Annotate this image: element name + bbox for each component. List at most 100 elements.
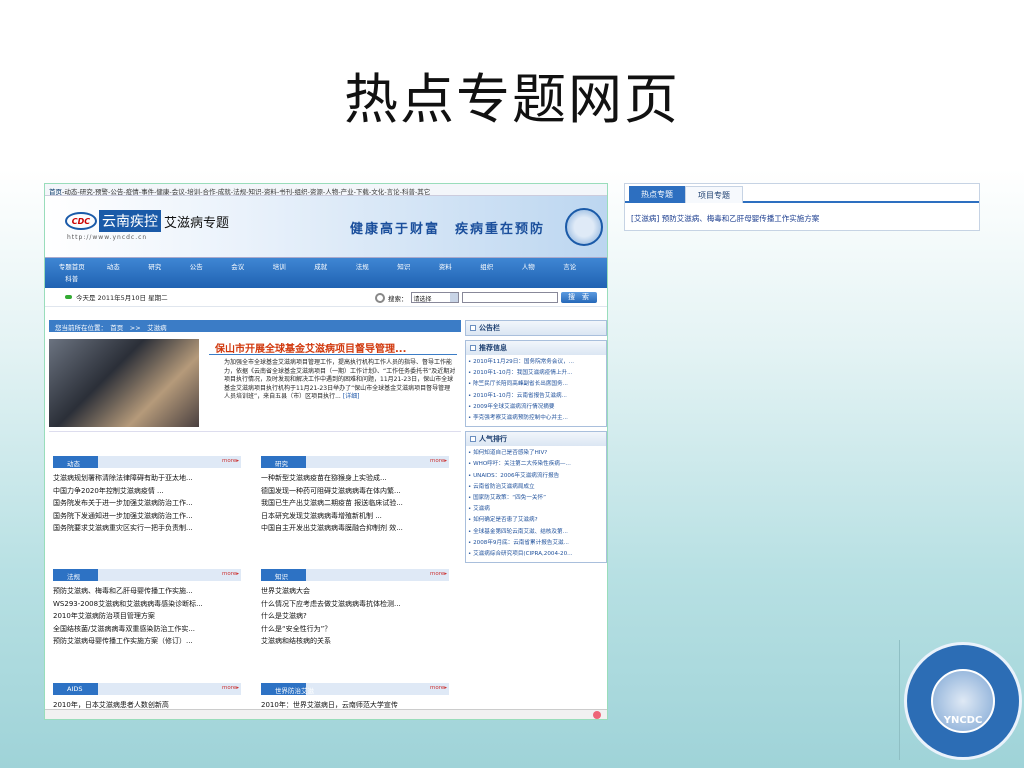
news-item[interactable]: 德国发现一种药可阻碍艾滋病病毒在体内繁... — [261, 485, 449, 498]
nav-item[interactable]: 资料 — [425, 261, 467, 273]
panel-expand-icon — [470, 345, 476, 351]
featured-title[interactable]: 保山市开展全球基金艾滋病项目督导管理... — [215, 340, 406, 355]
news-item[interactable]: 国务院发布关于进一步加强艾滋病防治工作... — [53, 497, 241, 510]
nav-item[interactable]: 法规 — [342, 261, 384, 273]
nav-item[interactable]: 科普 — [51, 273, 93, 285]
more-link[interactable]: more▸ — [430, 458, 447, 464]
sidebar-panel-header: 公告栏 — [466, 321, 606, 335]
news-item[interactable]: 艾滋病和结核病的关系 — [261, 635, 449, 648]
nav-item[interactable]: 成就 — [300, 261, 342, 273]
news-box-title[interactable]: 法规 — [67, 571, 80, 581]
search-label: 搜索： — [388, 294, 408, 303]
sidebar-panel-header: 推荐信息 — [466, 341, 606, 355]
date-bar: 今天是 2011年5月10日 星期二 搜索： 请选择 搜 索 — [45, 288, 607, 307]
news-box-header: 知识 more▸ — [261, 569, 449, 581]
news-box: 世界防治艾滋 more▸ 2010年：世界艾滋病日，云南师范大学宣传 — [261, 683, 449, 712]
yncdc-badge-icon — [565, 208, 603, 246]
news-item[interactable]: 中国力争2020年控制艾滋病疫情 ... — [53, 485, 241, 498]
sidebar-link[interactable]: 艾滋病综合研究项目(CIPRA,2004-20... — [468, 549, 604, 560]
home-link[interactable]: 首页 — [49, 188, 62, 195]
news-item[interactable]: 什么情况下应考虑去做艾滋病病毒抗体检测... — [261, 598, 449, 611]
news-box: 知识 more▸ 世界艾滋病大会 什么情况下应考虑去做艾滋病病毒抗体检测... 什么是艾… — [261, 569, 449, 648]
sidebar-link[interactable]: 2010年1-10月：我国艾滋病疫情上升... — [468, 368, 604, 379]
more-link[interactable]: more▸ — [222, 571, 239, 577]
main-column: 您当前所在位置： 首页 >> 艾滋病 保山市开展全球基金艾滋病项目督导管理...… — [49, 320, 461, 432]
news-item[interactable]: 日本研究发现艾滋病病毒增殖新机制 ... — [261, 510, 449, 523]
slide-title: 热点专题网页 — [344, 68, 680, 131]
news-item[interactable]: WS293-2008艾滋病和艾滋病病毒感染诊断标... — [53, 598, 241, 611]
current-date: 今天是 2011年5月10日 星期二 — [76, 294, 168, 302]
browser-status-bar — [45, 709, 607, 719]
nav-item[interactable]: 专题首页 — [51, 261, 93, 273]
topic-link[interactable]: [艾滋病] 预防艾滋病、梅毒和乙肝母婴传播工作实施方案 — [625, 203, 979, 224]
main-navigation: 专题首页 动态 研究 公告 会议 培训 成就 法规 知识 资料 组织 人物 言论科普 — [45, 258, 607, 288]
emblem-text: YNCDC — [943, 715, 983, 726]
nav-item[interactable]: 公告 — [176, 261, 218, 273]
news-item[interactable]: 艾滋病规划署称清除法律障碍有助于亚太地... — [53, 472, 241, 485]
more-link[interactable]: more▸ — [430, 685, 447, 691]
status-dot-icon — [65, 295, 72, 299]
news-item[interactable]: 一种新型艾滋病疫苗在猕猴身上实验成... — [261, 472, 449, 485]
news-box-title[interactable]: 研究 — [275, 458, 288, 468]
sidebar-link[interactable]: 全球基金第四轮云南艾滋、结核及第... — [468, 527, 604, 538]
nav-item[interactable]: 动态 — [93, 261, 135, 273]
sidebar-link[interactable]: 2010年11月29日：国务院常务会议，... — [468, 357, 604, 368]
news-item[interactable]: 世界艾滋病大会 — [261, 585, 449, 598]
nav-item[interactable]: 言论 — [549, 261, 591, 273]
news-item[interactable]: 中国自主开发出艾滋病病毒膜融合抑制剂 效... — [261, 522, 449, 535]
search-input[interactable] — [461, 292, 558, 303]
news-item[interactable]: 全国结核菌/艾滋病病毒双重感染防治工作实... — [53, 623, 241, 636]
news-box-title[interactable]: 动态 — [67, 458, 80, 468]
news-item[interactable]: 什么是艾滋病? — [261, 610, 449, 623]
nav-item[interactable]: 组织 — [466, 261, 508, 273]
sidebar-link[interactable]: 2008年9月底：云南省累计报告艾滋... — [468, 538, 604, 549]
sidebar-link[interactable]: 2010年1-10月：云南省报告艾滋病... — [468, 391, 604, 402]
tab-hot-topics[interactable]: 热点专题 — [629, 186, 685, 203]
sidebar-link[interactable]: 云南省防治艾滋病局成立 — [468, 482, 604, 493]
sidebar-link[interactable]: 李克强考察艾滋病预防控制中心并主... — [468, 413, 604, 424]
topnav-links[interactable]: -动态-研究-预警-公告-疫情-事件-健康-会议-培训-合作-成就-法规-知识-… — [62, 188, 430, 195]
more-link[interactable]: more▸ — [222, 458, 239, 464]
news-item[interactable]: 我国已生产出艾滋病二期疫苗 报送临床试验... — [261, 497, 449, 510]
topics-tab-box: 热点专题 项目专题 [艾滋病] 预防艾滋病、梅毒和乙肝母婴传播工作实施方案 — [624, 183, 980, 231]
logo-subtitle: 艾滋病专题 — [164, 215, 230, 231]
nav-item[interactable]: 知识 — [383, 261, 425, 273]
news-item[interactable]: 国务院下发通知进一步加强艾滋病防治工作... — [53, 510, 241, 523]
nav-item[interactable]: 研究 — [134, 261, 176, 273]
topics-tabs: 热点专题 项目专题 — [625, 184, 979, 203]
site-logo[interactable]: CDC 云南疾控 艾滋病专题 — [65, 210, 229, 232]
sidebar-link[interactable]: 艾滋病 — [468, 504, 604, 515]
news-item[interactable]: 国务院要求艾滋病重灾区实行一把手负责制... — [53, 522, 241, 535]
yncdc-emblem-icon: YNCDC — [904, 642, 1022, 760]
more-link[interactable]: more▸ — [222, 685, 239, 691]
website-screenshot: 首页-动态-研究-预警-公告-疫情-事件-健康-会议-培训-合作-成就-法规-知… — [44, 183, 608, 720]
sidebar-link[interactable]: 如何确定是否患了艾滋病? — [468, 515, 604, 526]
cdc-logo-icon: CDC — [65, 212, 97, 230]
panel-expand-icon — [470, 325, 476, 331]
news-item[interactable]: 2010年艾滋病防治项目管理方案 — [53, 610, 241, 623]
sidebar-link[interactable]: 如何知道自己是否感染了HIV? — [468, 448, 604, 459]
sidebar-panel: 人气排行如何知道自己是否感染了HIV?WHO呼吁：关注第二大传染性疾病—...U… — [465, 431, 607, 564]
more-link[interactable]: more▸ — [430, 571, 447, 577]
featured-photo[interactable] — [49, 339, 199, 427]
tab-project-topics[interactable]: 项目专题 — [685, 186, 743, 203]
sidebar-panel: 推荐信息 2010年11月29日：国务院常务会议，...2010年1-10月：我国… — [465, 340, 607, 428]
news-item[interactable]: 预防艾滋病、梅毒和乙肝母婴传播工作实施... — [53, 585, 241, 598]
nav-item[interactable]: 人物 — [508, 261, 550, 273]
news-item[interactable]: 预防艾滋病母婴传播工作实施方案（修订）... — [53, 635, 241, 648]
nav-item[interactable]: 会议 — [217, 261, 259, 273]
news-box-title[interactable]: AIDS — [67, 685, 83, 693]
sidebar-link[interactable]: 国家防艾政策：“四免一关怀” — [468, 493, 604, 504]
news-item[interactable]: 什么是“安全性行为”？ — [261, 623, 449, 636]
sidebar-link[interactable]: 陈竺民厅长陪同高峰副省长出席国务... — [468, 379, 604, 390]
news-box-title[interactable]: 世界防治艾滋 — [275, 685, 314, 695]
site-url: http://www.yncdc.cn — [67, 234, 148, 241]
featured-more-link[interactable]: [详细] — [343, 393, 360, 400]
nav-item[interactable]: 培训 — [259, 261, 301, 273]
search-button[interactable]: 搜 索 — [560, 292, 597, 303]
search-category-select[interactable]: 请选择 — [410, 292, 459, 303]
sidebar-link[interactable]: UNAIDS：2006年艾滋病流行报告 — [468, 471, 604, 482]
sidebar-link[interactable]: 2009年全球艾滋病流行情况摘要 — [468, 402, 604, 413]
sidebar-link[interactable]: WHO呼吁：关注第二大传染性疾病—... — [468, 459, 604, 470]
news-box-title[interactable]: 知识 — [275, 571, 288, 581]
